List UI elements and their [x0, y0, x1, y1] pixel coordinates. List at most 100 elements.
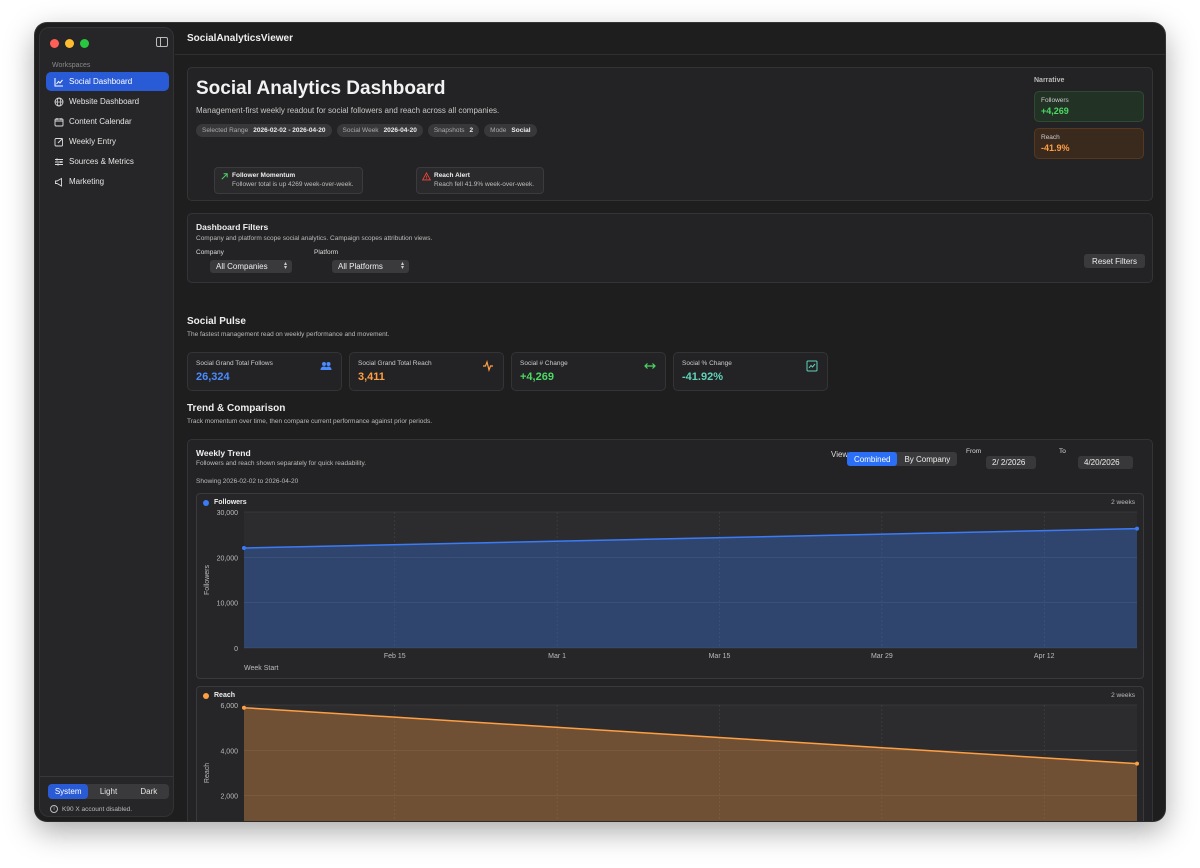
weekly-trend-card: Weekly Trend Followers and reach shown s…	[187, 439, 1153, 821]
showing-range-text: Showing 2026-02-02 to 2026-04-20	[196, 478, 299, 485]
warning-icon	[422, 172, 431, 181]
narrative-label: Narrative	[1034, 77, 1065, 84]
kpi-percent-change: Social % Change -41.92%	[673, 352, 828, 391]
y-tick-label: 10,000	[217, 601, 239, 608]
sidebar-item-sources-metrics[interactable]: Sources & Metrics	[46, 152, 169, 171]
sidebar: Workspaces Social Dashboard Website Dash…	[39, 27, 174, 817]
weeks-badge: 2 weeks	[1111, 499, 1135, 506]
reach-series-header: Reach	[203, 692, 235, 699]
view-toggle[interactable]: Combined By Company	[847, 452, 958, 466]
theme-dark-option[interactable]: Dark	[129, 784, 169, 799]
x-tick-label: Apr 12	[1034, 653, 1055, 660]
kpi-total-follows: Social Grand Total Follows 26,324	[187, 352, 342, 391]
sidebar-item-social-dashboard[interactable]: Social Dashboard	[46, 72, 169, 91]
account-status-text: K90 X account disabled.	[62, 805, 133, 813]
calendar-icon	[53, 116, 64, 127]
series-dot	[203, 692, 209, 699]
follower-momentum-card: Follower Momentum Follower total is up 4…	[214, 167, 363, 194]
users-icon	[320, 362, 332, 370]
chip-value: 2	[469, 127, 474, 134]
x-tick-label: Mar 15	[709, 653, 731, 660]
y-tick-label: 0	[234, 646, 238, 653]
globe-icon	[53, 96, 64, 107]
company-select[interactable]: All Companies ▴ ▾	[210, 260, 292, 273]
theme-selector[interactable]: System Light Dark	[48, 784, 169, 799]
sidebar-toggle-icon[interactable]	[156, 37, 168, 47]
company-select-value: All Companies	[216, 262, 268, 271]
sidebar-item-label: Social Dashboard	[69, 77, 133, 86]
view-combined-option[interactable]: Combined	[847, 452, 898, 466]
series-title: Followers	[214, 499, 247, 506]
sidebar-item-weekly-entry[interactable]: Weekly Entry	[46, 132, 169, 151]
narrative-reach-card: Reach -41.9%	[1034, 128, 1144, 159]
platform-select[interactable]: All Platforms ▴ ▾	[332, 260, 409, 273]
minimize-window-button[interactable]	[65, 39, 74, 48]
arrow-up-right-icon	[221, 173, 228, 180]
company-label: Company	[196, 249, 224, 256]
activity-icon	[483, 360, 493, 372]
data-point	[1135, 526, 1139, 531]
insight-detail: Follower total is up 4269 week-over-week…	[232, 181, 354, 188]
reach-alert-card: Reach Alert Reach fell 41.9% week-over-w…	[416, 167, 544, 194]
narrative-followers-card: Followers +4,269	[1034, 91, 1144, 122]
selected-range-chip: Selected Range 2026-02-02 - 2026-04-20	[196, 124, 332, 137]
sidebar-divider	[40, 776, 173, 777]
dashboard-header-card: Social Analytics Dashboard Management-fi…	[187, 67, 1153, 201]
data-point	[242, 546, 246, 551]
followers-chart-svg: 0 10,000 20,000 30,000 Feb 15 Mar 1 Mar 15 Mar …	[204, 510, 1139, 672]
chip-value: Social	[511, 127, 531, 134]
sidebar-item-website-dashboard[interactable]: Website Dashboard	[46, 92, 169, 111]
sidebar-item-content-calendar[interactable]: Content Calendar	[46, 112, 169, 131]
zoom-window-button[interactable]	[80, 39, 89, 48]
app-title: SocialAnalyticsViewer	[187, 33, 293, 44]
narrative-followers-value: +4,269	[1041, 106, 1069, 116]
filters-subtitle: Company and platform scope social analyt…	[196, 235, 433, 242]
y-tick-label: 6,000	[220, 703, 238, 710]
info-icon: i	[50, 805, 58, 813]
kpi-label: Social % Change	[682, 360, 732, 367]
insight-title: Follower Momentum	[232, 172, 296, 179]
kpi-label: Social Grand Total Reach	[358, 360, 432, 367]
main-content[interactable]: Social Analytics Dashboard Management-fi…	[175, 55, 1165, 821]
account-status: i K90 X account disabled.	[50, 805, 132, 813]
sidebar-item-marketing[interactable]: Marketing	[46, 172, 169, 191]
summary-chips: Selected Range 2026-02-02 - 2026-04-20 So…	[196, 124, 537, 137]
kpi-number-change: Social # Change +4,269	[511, 352, 666, 391]
theme-light-option[interactable]: Light	[88, 784, 128, 799]
y-tick-label: 20,000	[217, 555, 239, 562]
kpi-total-reach: Social Grand Total Reach 3,411	[349, 352, 504, 391]
sidebar-item-label: Marketing	[69, 177, 105, 186]
from-date-field[interactable]: 2/ 2/2026	[986, 456, 1036, 469]
chevron-updown-icon: ▴ ▾	[283, 261, 287, 271]
view-by-company-option[interactable]: By Company	[897, 452, 957, 466]
trend-section-subtitle: Track momentum over time, then compare c…	[187, 418, 433, 425]
dashboard-filters-card: Dashboard Filters Company and platform s…	[187, 213, 1153, 283]
reset-filters-button[interactable]: Reset Filters	[1084, 254, 1145, 268]
trend-section-title: Trend & Comparison	[187, 403, 286, 414]
chip-label: Snapshots	[433, 127, 465, 134]
kpi-label: Social Grand Total Follows	[196, 360, 273, 367]
theme-system-option[interactable]: System	[48, 784, 89, 799]
titlebar: SocialAnalyticsViewer	[175, 23, 1165, 55]
reach-chart: 0 2,000 4,000 6,000 Feb 15 Mar 1 Mar 15 Mar 29 A…	[196, 686, 1144, 821]
filters-title: Dashboard Filters	[196, 222, 269, 232]
y-axis-label: Reach	[204, 763, 211, 783]
kpi-value: -41.92%	[682, 371, 723, 383]
y-tick-label: 30,000	[217, 510, 239, 517]
page-title: Social Analytics Dashboard	[196, 78, 446, 99]
sidebar-nav: Social Dashboard Website Dashboard Conte…	[46, 72, 169, 192]
chip-label: Mode	[490, 127, 507, 134]
sidebar-item-label: Weekly Entry	[69, 137, 116, 146]
chip-value: 2026-04-20	[383, 127, 417, 134]
to-date-field[interactable]: 4/20/2026	[1078, 456, 1133, 469]
mode-chip: Mode Social	[484, 124, 537, 137]
series-area	[244, 528, 1137, 648]
followers-chart: 0 10,000 20,000 30,000 Feb 15 Mar 1 Mar 15 Mar …	[196, 493, 1144, 679]
chevron-updown-icon: ▴ ▾	[400, 261, 404, 271]
narrative-reach-value: -41.9%	[1041, 143, 1070, 153]
workspaces-label: Workspaces	[52, 62, 91, 69]
weekly-trend-title: Weekly Trend	[196, 448, 251, 458]
x-tick-label: Mar 1	[548, 653, 566, 660]
close-window-button[interactable]	[50, 39, 59, 48]
reach-chart-svg: 02,0004,0006,000Feb 15 Mar 1 Mar 15 Mar 29 A…	[204, 703, 1139, 821]
